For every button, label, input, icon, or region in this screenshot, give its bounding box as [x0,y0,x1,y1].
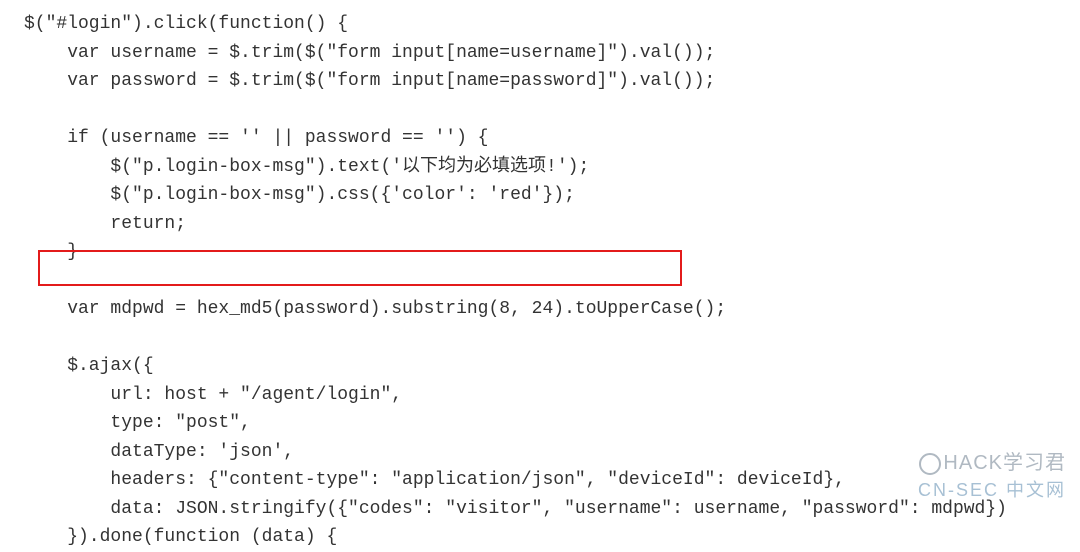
code-line: } [24,238,1056,267]
code-line: headers: {"content-type": "application/j… [24,466,1056,495]
code-line [24,96,1056,125]
code-line: data: JSON.stringify({"codes": "visitor"… [24,495,1056,524]
code-line: $("p.login-box-msg").text('以下均为必填选项!'); [24,153,1056,182]
code-line: if (username == '' || password == '') { [24,124,1056,153]
code-line: var username = $.trim($("form input[name… [24,39,1056,68]
code-block: $("#login").click(function() { var usern… [24,10,1056,552]
code-line: $.ajax({ [24,352,1056,381]
code-line: var mdpwd = hex_md5(password).substring(… [24,295,1056,324]
code-line [24,267,1056,296]
code-line: return; [24,210,1056,239]
code-line: }).done(function (data) { [24,523,1056,552]
code-line: url: host + "/agent/login", [24,381,1056,410]
code-line [24,324,1056,353]
code-line: dataType: 'json', [24,438,1056,467]
code-line: type: "post", [24,409,1056,438]
code-line: $("#login").click(function() { [24,10,1056,39]
code-line: $("p.login-box-msg").css({'color': 'red'… [24,181,1056,210]
code-line: var password = $.trim($("form input[name… [24,67,1056,96]
